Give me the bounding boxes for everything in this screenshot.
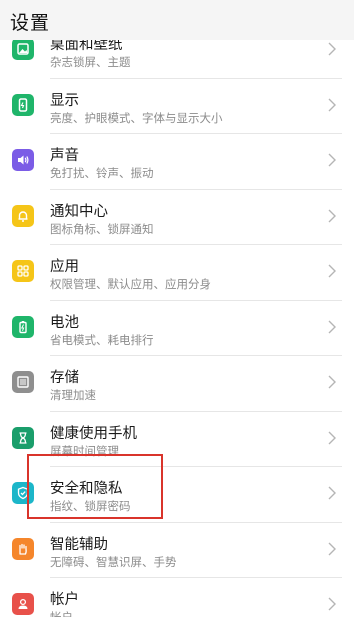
storage-icon: [12, 371, 34, 393]
item-title: 帐户: [50, 592, 79, 608]
item-title: 通知中心: [50, 203, 108, 220]
settings-item-account[interactable]: 帐户 帐户: [0, 578, 354, 617]
item-subtitle: 屏幕时间管理: [50, 443, 119, 458]
chevron-right-icon: [328, 375, 336, 389]
item-title: 应用: [50, 259, 79, 275]
item-title: 电池: [50, 314, 79, 331]
chevron-right-icon: [328, 431, 336, 444]
settings-item-smart-assistance[interactable]: 智能辅助 无障碍、智慧识屏、手势: [0, 523, 354, 578]
item-subtitle: 图标角标、锁屏通知: [50, 221, 154, 236]
settings-item-battery[interactable]: 电池 省电模式、耗电排行: [0, 301, 354, 356]
account-icon: [12, 593, 34, 615]
chevron-right-icon: [328, 320, 336, 333]
item-title: 显示: [50, 92, 79, 109]
page-title: 设置: [10, 12, 51, 34]
chevron-right-icon: [328, 98, 336, 111]
settings-item-digital-balance[interactable]: 健康使用手机 屏幕时间管理: [0, 412, 354, 467]
settings-item-display[interactable]: 显示 亮度、护眼模式、字体与显示大小: [0, 79, 354, 134]
item-subtitle: 指纹、锁屏密码: [50, 499, 131, 513]
item-subtitle: 亮度、护眼模式、字体与显示大小: [50, 110, 223, 125]
item-title: 智能辅助: [50, 536, 108, 553]
chevron-right-icon: [328, 486, 336, 500]
phone-display-icon: [12, 93, 34, 116]
image-icon: [12, 38, 34, 60]
speaker-icon: [12, 149, 34, 171]
settings-item-security[interactable]: 安全和隐私 指纹、锁屏密码: [0, 467, 354, 523]
chevron-right-icon: [328, 42, 336, 56]
chevron-right-icon: [328, 264, 336, 278]
top-bar: 设置: [0, 0, 354, 40]
item-subtitle: 权限管理、默认应用、应用分身: [50, 277, 211, 291]
item-title: 存储: [50, 370, 79, 386]
item-subtitle: 省电模式、耗电排行: [50, 332, 154, 347]
hand-icon: [12, 537, 34, 560]
item-subtitle: 免打扰、铃声、振动: [50, 166, 154, 180]
item-subtitle: 帐户: [50, 610, 73, 617]
settings-item-apps[interactable]: 应用 权限管理、默认应用、应用分身: [0, 245, 354, 301]
shield-icon: [12, 482, 34, 504]
chevron-right-icon: [328, 542, 336, 555]
item-title: 声音: [50, 148, 79, 164]
battery-icon: [12, 315, 34, 338]
settings-item-notifications[interactable]: 通知中心 图标角标、锁屏通知: [0, 190, 354, 245]
chevron-right-icon: [328, 153, 336, 167]
settings-item-storage[interactable]: 存储 清理加速: [0, 356, 354, 412]
item-subtitle: 清理加速: [50, 388, 96, 402]
chevron-right-icon: [328, 209, 336, 222]
item-title: 健康使用手机: [50, 425, 137, 442]
item-subtitle: 杂志锁屏、主题: [50, 55, 131, 69]
item-title: 安全和隐私: [50, 481, 123, 497]
bell-icon: [12, 204, 34, 227]
grid-icon: [12, 260, 34, 282]
settings-item-sound[interactable]: 声音 免打扰、铃声、振动: [0, 134, 354, 190]
chevron-right-icon: [328, 597, 336, 611]
hourglass-icon: [12, 426, 34, 449]
item-subtitle: 无障碍、智慧识屏、手势: [50, 554, 177, 569]
settings-list: 桌面和壁纸 杂志锁屏、主题 显示 亮度、护眼模式、字体与显示大小 声音 免打扰、…: [0, 23, 354, 617]
